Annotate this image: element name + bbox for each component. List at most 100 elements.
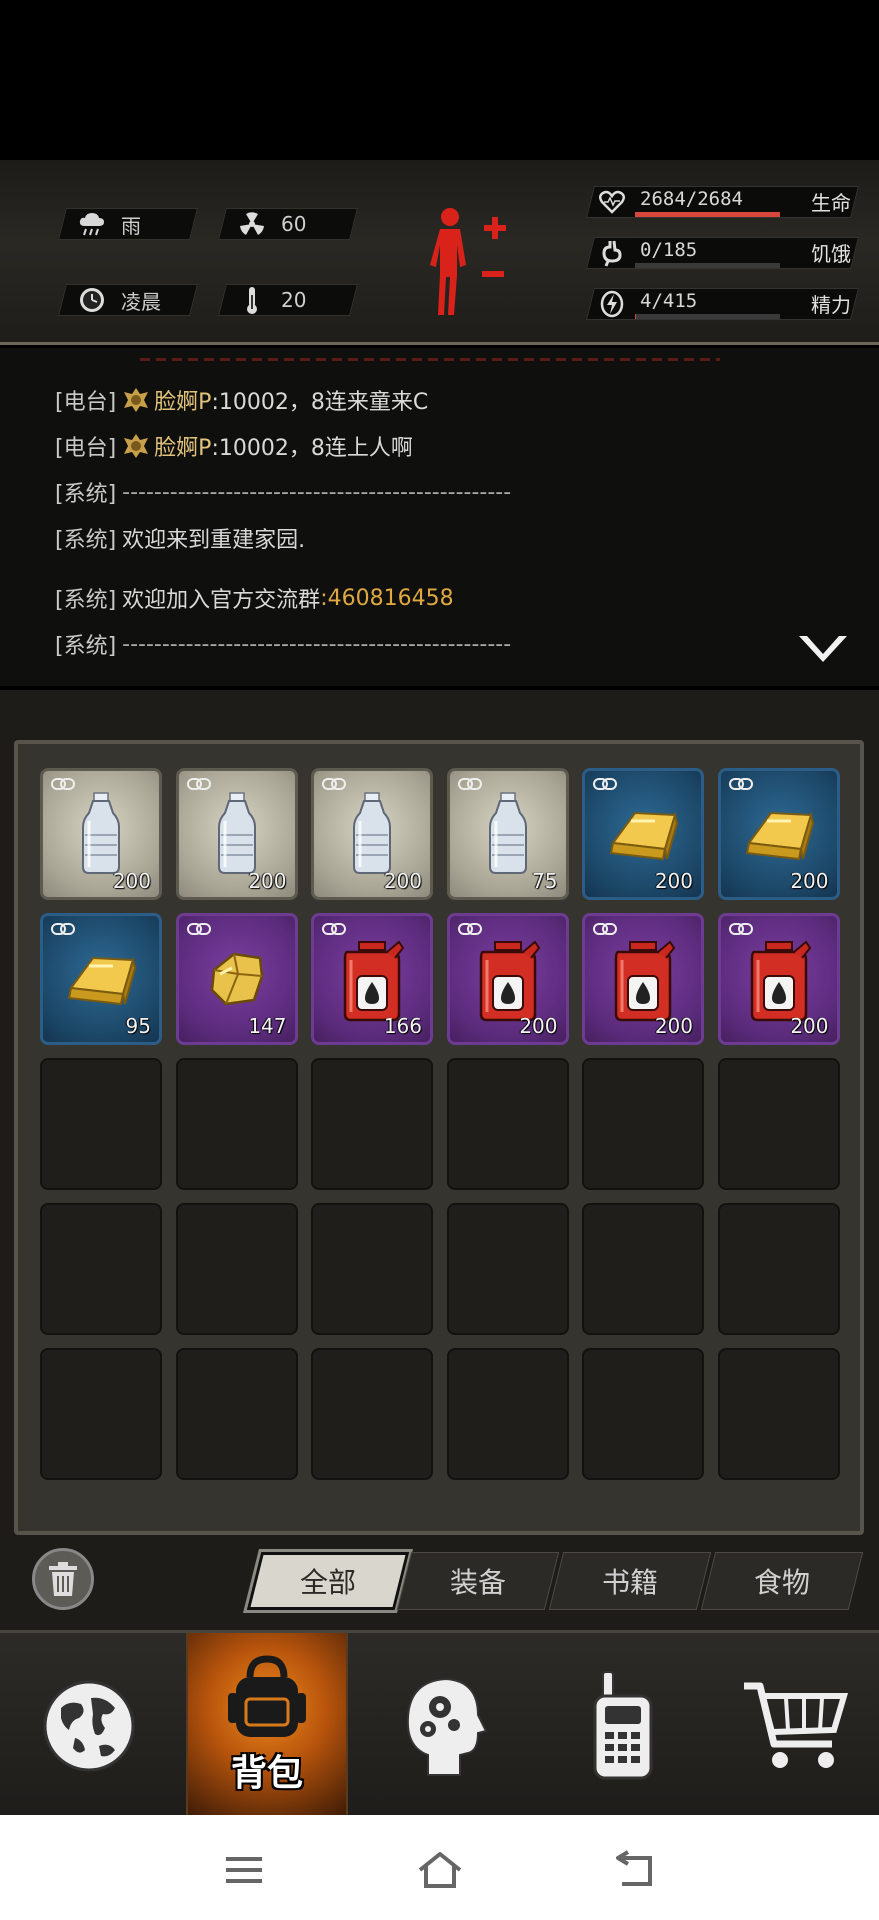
chat-sender[interactable]: 脸婀P xyxy=(154,430,211,462)
energy-value: 4/415 xyxy=(640,290,698,312)
inventory-slot-empty[interactable] xyxy=(717,1348,840,1480)
status-panel: 雨 60 凌晨 20 2684/2684 生命 0/185 饥饿 4/415 精… xyxy=(0,160,879,345)
chat-sender[interactable]: 脸婀P xyxy=(154,384,211,416)
inventory-slot-gold-bar[interactable]: 200 xyxy=(582,768,704,900)
inventory-slot-empty[interactable] xyxy=(175,1058,298,1190)
bound-link-icon xyxy=(186,923,211,935)
bound-link-icon xyxy=(322,923,346,935)
inventory-slot-water-bottle[interactable]: 200 xyxy=(40,768,162,900)
inventory-slot-empty[interactable] xyxy=(446,1203,569,1335)
bound-link-icon xyxy=(593,923,617,935)
inventory-slot-empty[interactable] xyxy=(446,1348,569,1480)
inventory-slot-empty[interactable] xyxy=(582,1348,704,1480)
globe-icon xyxy=(43,1680,135,1771)
inventory-slot-empty[interactable] xyxy=(582,1058,704,1190)
inventory-slot-empty[interactable] xyxy=(311,1348,433,1480)
item-quantity: 95 xyxy=(125,1014,151,1038)
hunger-bar xyxy=(635,263,780,268)
rain-cloud-icon xyxy=(77,209,107,239)
bound-link-icon xyxy=(728,778,753,790)
minus-icon xyxy=(482,271,504,277)
chat-message: :10002，8连来童来C xyxy=(211,390,429,415)
body-status-figure[interactable] xyxy=(424,205,514,325)
inventory-slot-water-bottle[interactable]: 200 xyxy=(311,768,433,900)
inventory-slot-water-bottle[interactable]: 200 xyxy=(175,768,298,900)
nav-radio[interactable] xyxy=(548,1633,698,1818)
chat-line: [系统] -----------------------------------… xyxy=(55,476,511,508)
tab-equipment[interactable]: 装备 xyxy=(396,1552,560,1610)
chat-collapse-button[interactable] xyxy=(795,632,851,668)
home-icon xyxy=(418,1852,462,1888)
rank-badge-icon xyxy=(124,434,149,458)
chat-channel: [系统] xyxy=(55,634,117,659)
inventory-slot-empty[interactable] xyxy=(717,1058,840,1190)
temperature-value: 20 xyxy=(281,288,307,312)
tab-all[interactable]: 全部 xyxy=(246,1552,410,1610)
nav-skills[interactable] xyxy=(368,1633,518,1818)
inventory-slot-empty[interactable] xyxy=(40,1348,162,1480)
chat-line: [电台] 脸婀P :10002，8连上人啊 xyxy=(55,430,413,462)
inventory-slot-empty[interactable] xyxy=(446,1058,569,1190)
nav-shop[interactable] xyxy=(720,1633,870,1818)
item-quantity: 200 xyxy=(790,1014,829,1038)
chat-channel: [系统] xyxy=(55,482,117,507)
inventory-slot-empty[interactable] xyxy=(175,1348,298,1480)
inventory-slot-gold-bar[interactable]: 95 xyxy=(40,913,162,1045)
chat-message: ----------------------------------------… xyxy=(122,631,512,657)
health-label: 生命 xyxy=(811,191,851,215)
chat-channel: [电台] xyxy=(55,436,117,461)
inventory-slot-fuel-can[interactable]: 200 xyxy=(582,913,704,1045)
trash-icon xyxy=(49,1562,77,1596)
inventory-slot-empty[interactable] xyxy=(311,1203,433,1335)
tab-books[interactable]: 书籍 xyxy=(548,1552,712,1610)
chat-line: [系统] 欢迎加入官方交流群 :460816458 xyxy=(55,582,454,614)
inventory-slot-fuel-can[interactable]: 200 xyxy=(717,913,840,1045)
item-quantity: 200 xyxy=(790,869,829,893)
inventory-slot-empty[interactable] xyxy=(582,1203,704,1335)
inventory-slot-water-bottle[interactable]: 75 xyxy=(446,768,569,900)
health-value: 2684/2684 xyxy=(640,188,743,210)
chat-message: :10002，8连上人啊 xyxy=(211,436,413,461)
chat-channel: [系统] xyxy=(55,588,117,613)
inventory-slot-gold-bar[interactable]: 200 xyxy=(717,768,840,900)
hunger-label: 饥饿 xyxy=(811,242,851,266)
chat-log[interactable]: [电台] 脸婀P :10002，8连来童来C [电台] 脸婀P :10002，8… xyxy=(0,348,879,686)
trash-button[interactable] xyxy=(32,1548,94,1610)
system-navigation-bar xyxy=(0,1815,879,1920)
energy-bar xyxy=(635,314,780,319)
tab-food[interactable]: 食物 xyxy=(700,1552,864,1610)
menu-button[interactable] xyxy=(214,1845,274,1895)
hunger-stat: 0/185 饥饿 xyxy=(586,235,859,271)
inventory-slot-empty[interactable] xyxy=(311,1058,433,1190)
hunger-value: 0/185 xyxy=(640,239,698,261)
group-number[interactable]: :460816458 xyxy=(320,586,453,611)
bound-link-icon xyxy=(457,923,482,935)
chat-divider xyxy=(140,358,720,361)
nav-backpack[interactable]: 背包 xyxy=(186,1633,348,1818)
time-label: 凌晨 xyxy=(121,289,161,314)
inventory-slot-empty[interactable] xyxy=(40,1203,162,1335)
inventory-slot-fuel-can[interactable]: 166 xyxy=(311,913,433,1045)
rank-badge-icon xyxy=(124,388,149,412)
back-icon xyxy=(616,1850,652,1886)
radiation-value: 60 xyxy=(281,212,307,236)
chat-channel: [电台] xyxy=(55,390,117,415)
nav-world[interactable] xyxy=(14,1633,164,1818)
inventory-slot-empty[interactable] xyxy=(40,1058,162,1190)
inventory-slot-empty[interactable] xyxy=(717,1203,840,1335)
bottom-nav: 背包 xyxy=(0,1630,879,1818)
inventory-slot-gold-ore[interactable]: 147 xyxy=(175,913,298,1045)
backpack-icon xyxy=(228,1655,306,1737)
bound-link-icon xyxy=(457,778,482,790)
shopping-cart-icon xyxy=(744,1682,849,1768)
item-quantity: 200 xyxy=(654,1014,693,1038)
head-gears-icon xyxy=(406,1677,488,1776)
heart-icon xyxy=(598,188,626,216)
inventory-section: 200 200 200 75 200 200 95 147 166 200 200 200 全部 装备… xyxy=(0,690,879,1630)
chat-message: ----------------------------------------… xyxy=(122,479,512,505)
inventory-slot-empty[interactable] xyxy=(175,1203,298,1335)
chat-message: 欢迎来到重建家园. xyxy=(122,528,306,553)
back-button[interactable] xyxy=(606,1845,666,1895)
home-button[interactable] xyxy=(410,1845,470,1895)
inventory-slot-fuel-can[interactable]: 200 xyxy=(446,913,569,1045)
